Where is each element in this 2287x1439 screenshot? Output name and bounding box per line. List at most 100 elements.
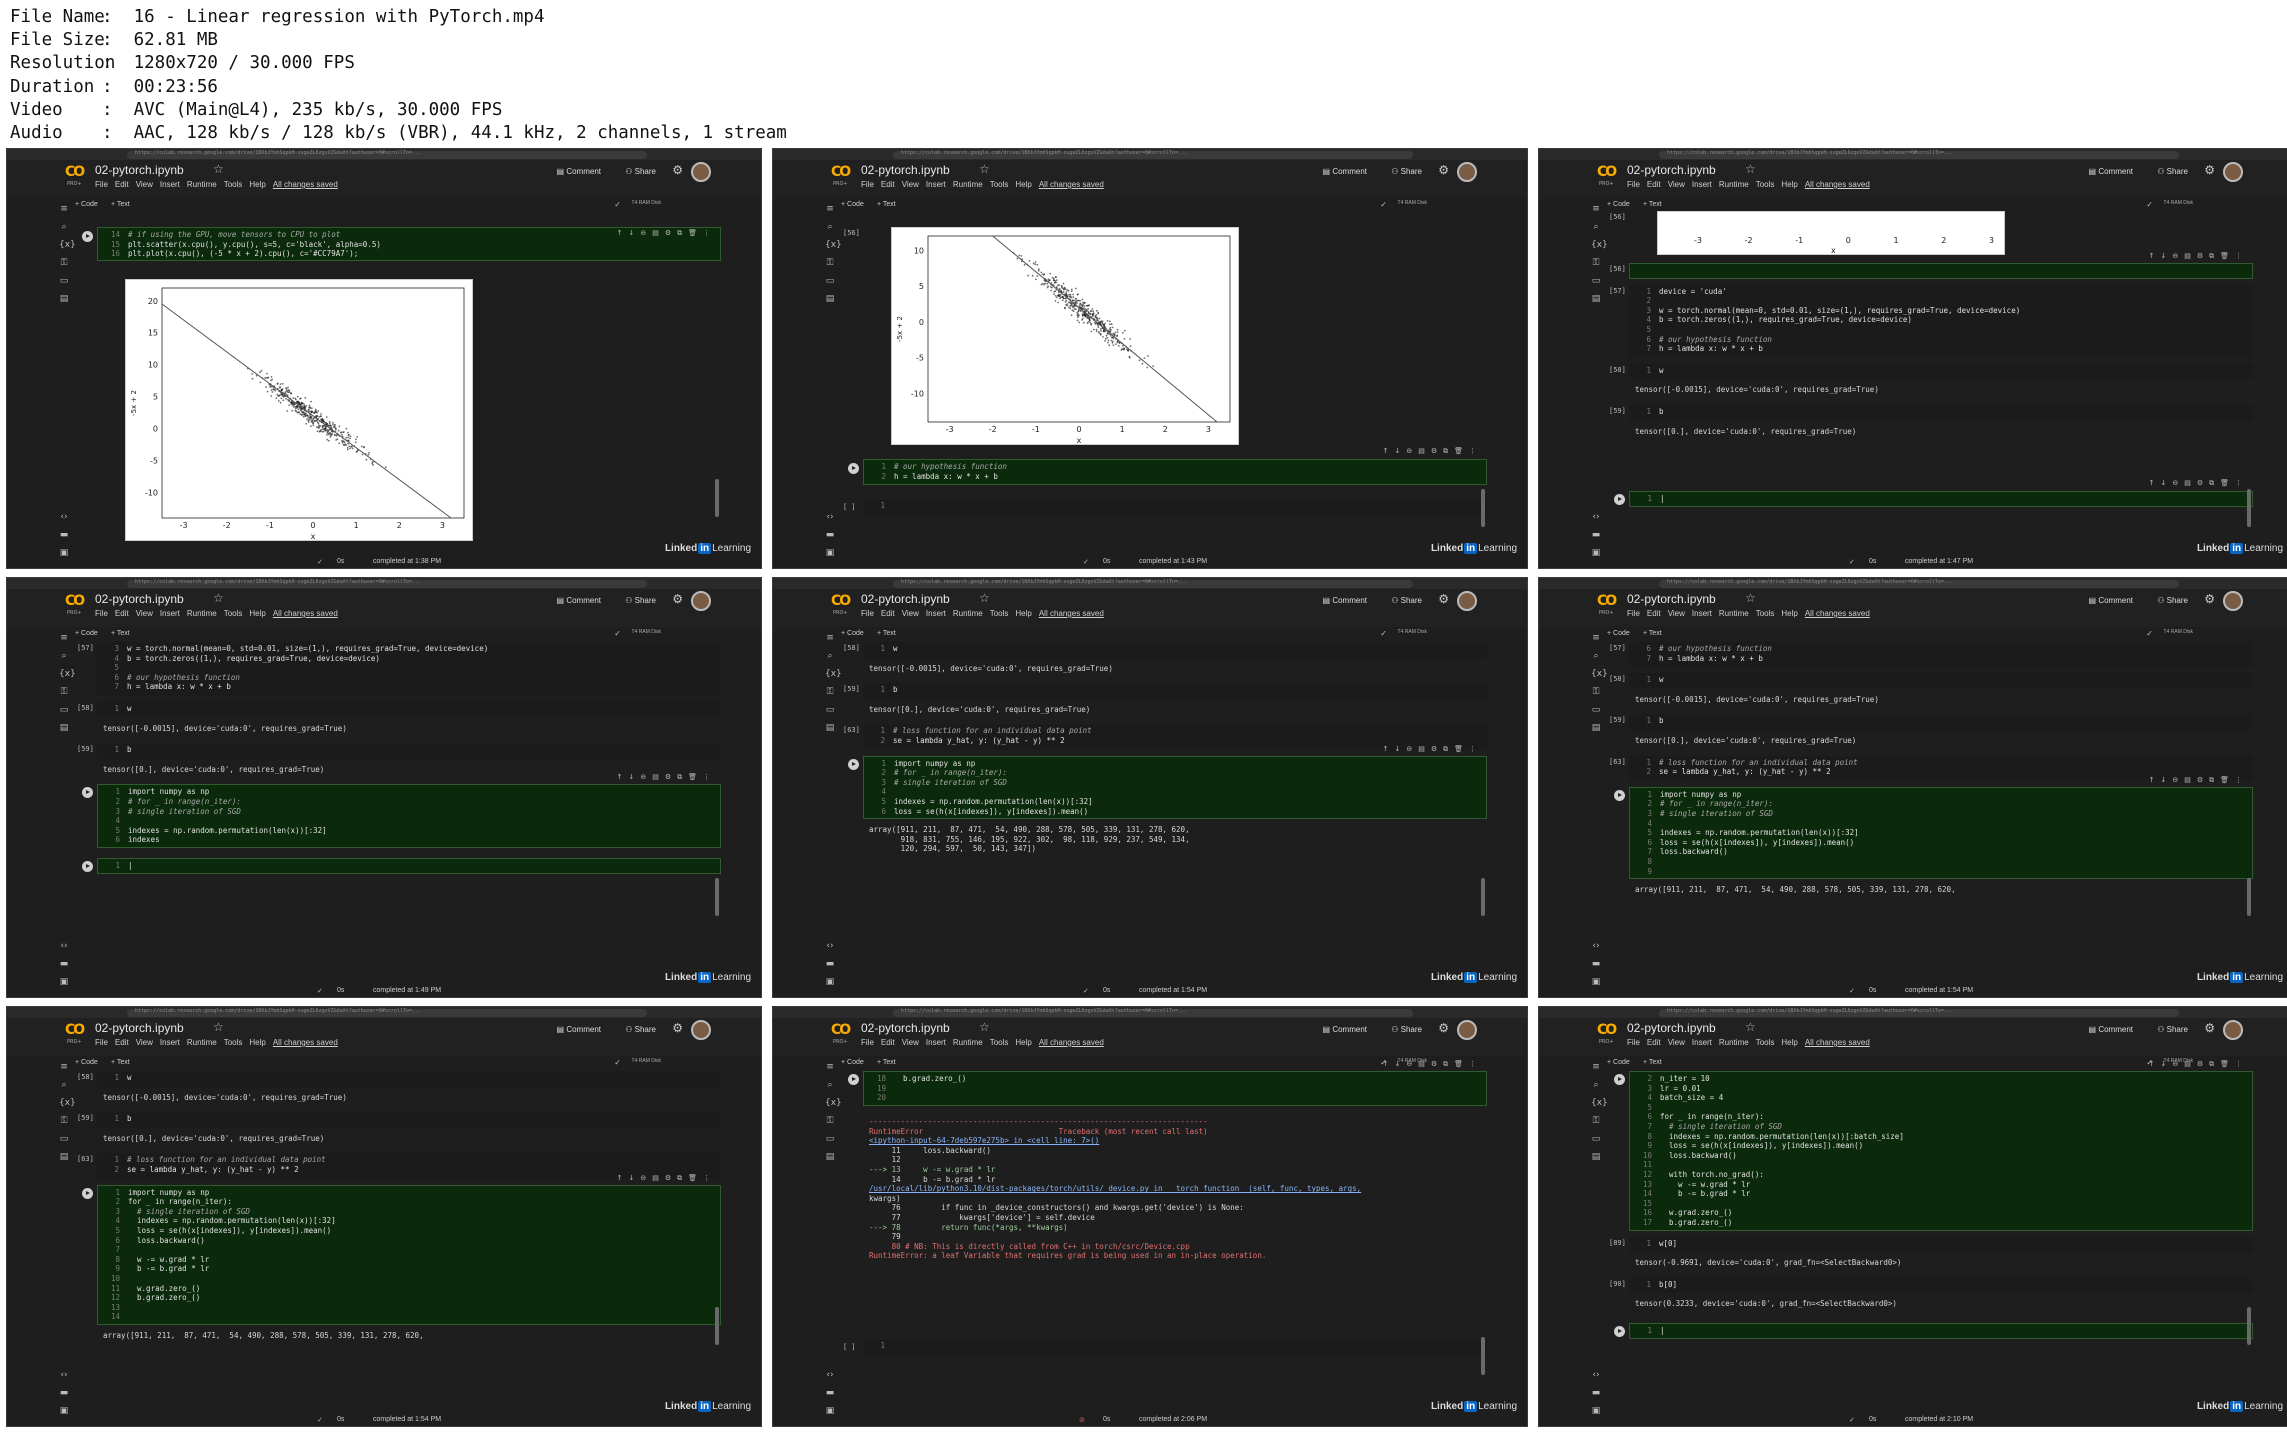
code-lines[interactable]: 18 b.grad.zero_() 19 20	[864, 1072, 1486, 1105]
empty-code-cell[interactable]: 1 |	[97, 858, 721, 874]
code-cell[interactable]: 1w	[863, 642, 1487, 658]
add-text-button[interactable]: + Text	[1643, 201, 1662, 208]
colab-logo-icon[interactable]: CO	[831, 593, 851, 609]
address-bar[interactable]: https://colab.research.google.com/drive/…	[127, 579, 647, 588]
add-text-button[interactable]: + Text	[1643, 630, 1662, 637]
add-code-button[interactable]: + Code	[841, 201, 864, 208]
ram-disk-indicator[interactable]: T4 RAM Disk	[1398, 200, 1427, 206]
toc-icon[interactable]: ≡	[1591, 633, 1601, 643]
run-cell-button[interactable]	[82, 1187, 93, 1199]
toc-icon[interactable]: ≡	[825, 204, 835, 214]
save-status-link[interactable]: All changes saved	[273, 180, 338, 189]
secrets-icon[interactable]: ⚿	[825, 258, 835, 268]
code-lines[interactable]: 1w	[97, 702, 721, 716]
save-status-link[interactable]: All changes saved	[1039, 180, 1104, 189]
code-cell[interactable]: 1b	[863, 683, 1487, 699]
menu-view[interactable]: View	[136, 609, 153, 618]
add-text-button[interactable]: + Text	[1643, 1059, 1662, 1066]
cell-toolbar[interactable]: ↑↓⊖▤⚙⧉🗑⋮	[2149, 479, 2248, 488]
empty-code-cell[interactable]: 1 |	[1629, 1323, 2253, 1339]
code-lines[interactable]: 1 w[0]	[1629, 1237, 2253, 1251]
scrollbar-thumb[interactable]	[1481, 878, 1485, 916]
settings-gear-icon[interactable]: ⚙	[672, 1021, 683, 1035]
run-cell-button[interactable]	[1614, 1326, 1625, 1337]
code-lines[interactable]: 1w	[1629, 673, 2253, 687]
menu-file[interactable]: File	[1627, 180, 1640, 189]
ram-disk-indicator[interactable]: T4 RAM Disk	[1398, 629, 1427, 635]
command-palette-icon[interactable]: ▬	[1591, 530, 1601, 540]
user-avatar[interactable]	[1457, 162, 1477, 182]
code-cell[interactable]: 6 # our hypothesis function 7 h = lambda x:…	[1629, 642, 2253, 668]
code-cell[interactable]: 1 b[0]	[1629, 1277, 2253, 1294]
add-code-button[interactable]: + Code	[75, 630, 98, 637]
address-bar[interactable]: https://colab.research.google.com/drive/…	[893, 150, 1413, 159]
search-icon[interactable]: ⌕	[825, 651, 835, 661]
menu-runtime[interactable]: Runtime	[1719, 1038, 1749, 1047]
share-button[interactable]: ⚇ Share	[1391, 596, 1422, 605]
menu-insert[interactable]: Insert	[1692, 180, 1712, 189]
menu-tools[interactable]: Tools	[224, 1038, 243, 1047]
add-text-button[interactable]: + Text	[877, 630, 896, 637]
add-text-button[interactable]: + Text	[877, 201, 896, 208]
code-lines[interactable]: 1w	[97, 1071, 721, 1085]
settings-gear-icon[interactable]: ⚙	[2204, 592, 2215, 606]
share-button[interactable]: ⚇ Share	[2157, 1025, 2188, 1034]
code-cell[interactable]: 1 import numpy as np 2 # for _ in range(n_i…	[1629, 786, 2253, 880]
notebook-title[interactable]: 02-pytorch.ipynb	[1627, 1021, 1716, 1035]
data-icon[interactable]: ▤	[59, 723, 69, 733]
command-palette-icon[interactable]: ▬	[1591, 959, 1601, 969]
code-lines[interactable]: 1b	[97, 1112, 721, 1126]
colab-logo-icon[interactable]: CO	[1597, 1022, 1617, 1038]
code-lines[interactable]	[1630, 264, 2252, 268]
files-icon[interactable]: ▭	[59, 705, 69, 715]
menu-runtime[interactable]: Runtime	[187, 180, 217, 189]
save-status-link[interactable]: All changes saved	[1805, 609, 1870, 618]
secrets-icon[interactable]: ⚿	[1591, 1116, 1601, 1126]
user-avatar[interactable]	[691, 591, 711, 611]
add-code-button[interactable]: + Code	[841, 630, 864, 637]
add-text-button[interactable]: + Text	[111, 630, 130, 637]
search-icon[interactable]: ⌕	[59, 651, 69, 661]
comment-button[interactable]: ▤ Comment	[2089, 1025, 2133, 1034]
menu-insert[interactable]: Insert	[926, 609, 946, 618]
menu-runtime[interactable]: Runtime	[1719, 180, 1749, 189]
code-snippets-icon[interactable]: ‹›	[59, 941, 69, 951]
menu-help[interactable]: Help	[1015, 180, 1031, 189]
command-palette-icon[interactable]: ▬	[825, 1388, 835, 1398]
star-icon[interactable]: ☆	[213, 591, 224, 605]
star-icon[interactable]: ☆	[1745, 591, 1756, 605]
menu-view[interactable]: View	[902, 1038, 919, 1047]
code-lines[interactable]: 1 |	[1630, 492, 2252, 506]
toc-icon[interactable]: ≡	[825, 633, 835, 643]
share-button[interactable]: ⚇ Share	[1391, 1025, 1422, 1034]
code-lines[interactable]: 1	[863, 499, 1487, 513]
colab-logo-icon[interactable]: CO	[65, 164, 85, 180]
secrets-icon[interactable]: ⚿	[1591, 258, 1601, 268]
variables-icon[interactable]: {x}	[59, 1098, 76, 1108]
search-icon[interactable]: ⌕	[1591, 222, 1601, 232]
menu-insert[interactable]: Insert	[160, 609, 180, 618]
scrollbar-thumb[interactable]	[2247, 1307, 2251, 1345]
code-lines[interactable]: 1 device = 'cuda' 2 3 w = torch.normal(mean=…	[1629, 285, 2253, 356]
settings-gear-icon[interactable]: ⚙	[672, 592, 683, 606]
colab-logo-icon[interactable]: CO	[831, 1022, 851, 1038]
menu-help[interactable]: Help	[249, 180, 265, 189]
menu-insert[interactable]: Insert	[160, 180, 180, 189]
variables-icon[interactable]: {x}	[825, 240, 842, 250]
menu-tools[interactable]: Tools	[1756, 609, 1775, 618]
user-avatar[interactable]	[691, 162, 711, 182]
menu-runtime[interactable]: Runtime	[953, 180, 983, 189]
code-cell[interactable]: 1 # our hypothesis function 2 h = lambda x:…	[863, 459, 1487, 485]
code-cell[interactable]: 1w	[97, 702, 721, 718]
code-cell[interactable]: 18 b.grad.zero_() 19 20	[863, 1071, 1487, 1106]
code-lines[interactable]: 1 import numpy as np 2 # for _ in range(n_i…	[864, 757, 1486, 819]
save-status-link[interactable]: All changes saved	[1039, 609, 1104, 618]
menu-file[interactable]: File	[95, 180, 108, 189]
notebook-title[interactable]: 02-pytorch.ipynb	[95, 592, 184, 606]
notebook-title[interactable]: 02-pytorch.ipynb	[861, 1021, 950, 1035]
code-lines[interactable]: 3 w = torch.normal(mean=0, std=0.01, size…	[97, 642, 721, 694]
menu-edit[interactable]: Edit	[1647, 180, 1661, 189]
menu-edit[interactable]: Edit	[115, 180, 129, 189]
menu-view[interactable]: View	[1668, 180, 1685, 189]
data-icon[interactable]: ▤	[825, 723, 835, 733]
